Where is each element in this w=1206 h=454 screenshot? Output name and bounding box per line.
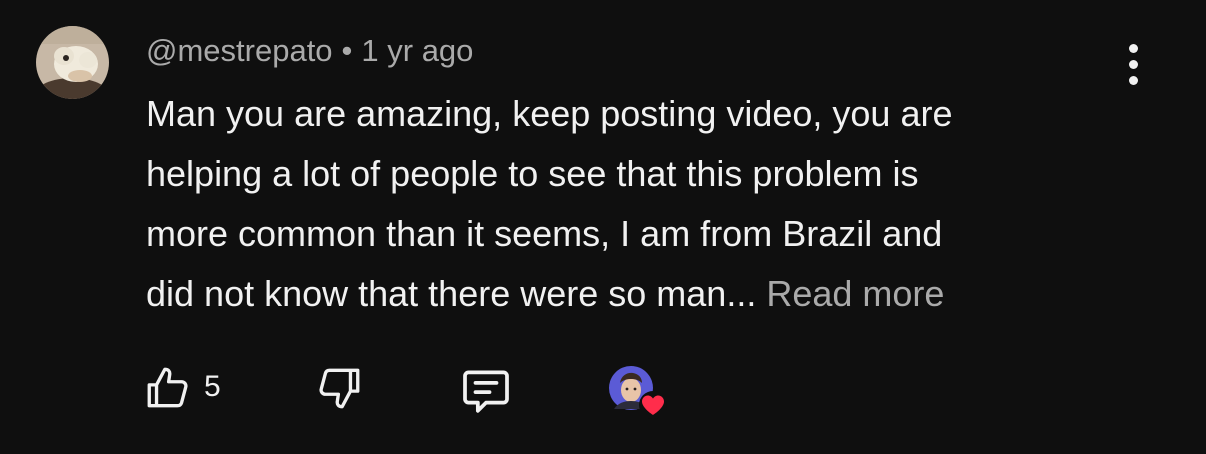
comment-thread: @mestrepato • 1 yr ago Man you are amazing… bbox=[0, 0, 1206, 454]
avatar-image bbox=[36, 26, 109, 99]
like-button[interactable] bbox=[143, 363, 193, 413]
creator-avatar-eye bbox=[633, 387, 637, 391]
more-vertical-icon bbox=[1128, 43, 1138, 53]
more-vertical-icon-dot bbox=[1128, 59, 1138, 69]
comment-header: @mestrepato • 1 yr ago bbox=[146, 31, 473, 71]
dislike-button[interactable] bbox=[314, 363, 364, 413]
creator-avatar-face bbox=[621, 378, 641, 402]
meta-separator: • bbox=[341, 33, 353, 68]
comment-timestamp[interactable]: 1 yr ago bbox=[361, 33, 473, 68]
comment-text-truncated: did not know that there were so man... bbox=[146, 273, 757, 314]
comment-text-line: more common than it seems, I am from Bra… bbox=[146, 213, 943, 254]
comment-text-line-last: did not know that there were so man... R… bbox=[146, 264, 1136, 324]
creator-avatar-eye bbox=[625, 387, 629, 391]
comment-reply-icon bbox=[463, 370, 509, 413]
comment-text-line: helping a lot of people to see that this… bbox=[146, 153, 919, 194]
creator-avatar-heart bbox=[609, 366, 667, 419]
author-avatar[interactable] bbox=[36, 26, 109, 99]
thumbs-up-icon bbox=[147, 367, 188, 408]
like-count: 5 bbox=[204, 370, 221, 403]
read-more-link[interactable]: Read more bbox=[766, 273, 944, 314]
comment-actions: 5 bbox=[0, 355, 1206, 425]
reply-button[interactable] bbox=[458, 363, 514, 419]
creator-heart-badge[interactable] bbox=[608, 365, 672, 425]
author-handle[interactable]: @mestrepato bbox=[146, 33, 333, 68]
heart-icon bbox=[639, 391, 667, 419]
thumbs-down-icon bbox=[319, 368, 360, 409]
comment-text-line: Man you are amazing, keep posting video,… bbox=[146, 93, 953, 134]
comment-text: Man you are amazing, keep posting video,… bbox=[146, 84, 1136, 324]
more-options-button[interactable] bbox=[1113, 40, 1153, 88]
